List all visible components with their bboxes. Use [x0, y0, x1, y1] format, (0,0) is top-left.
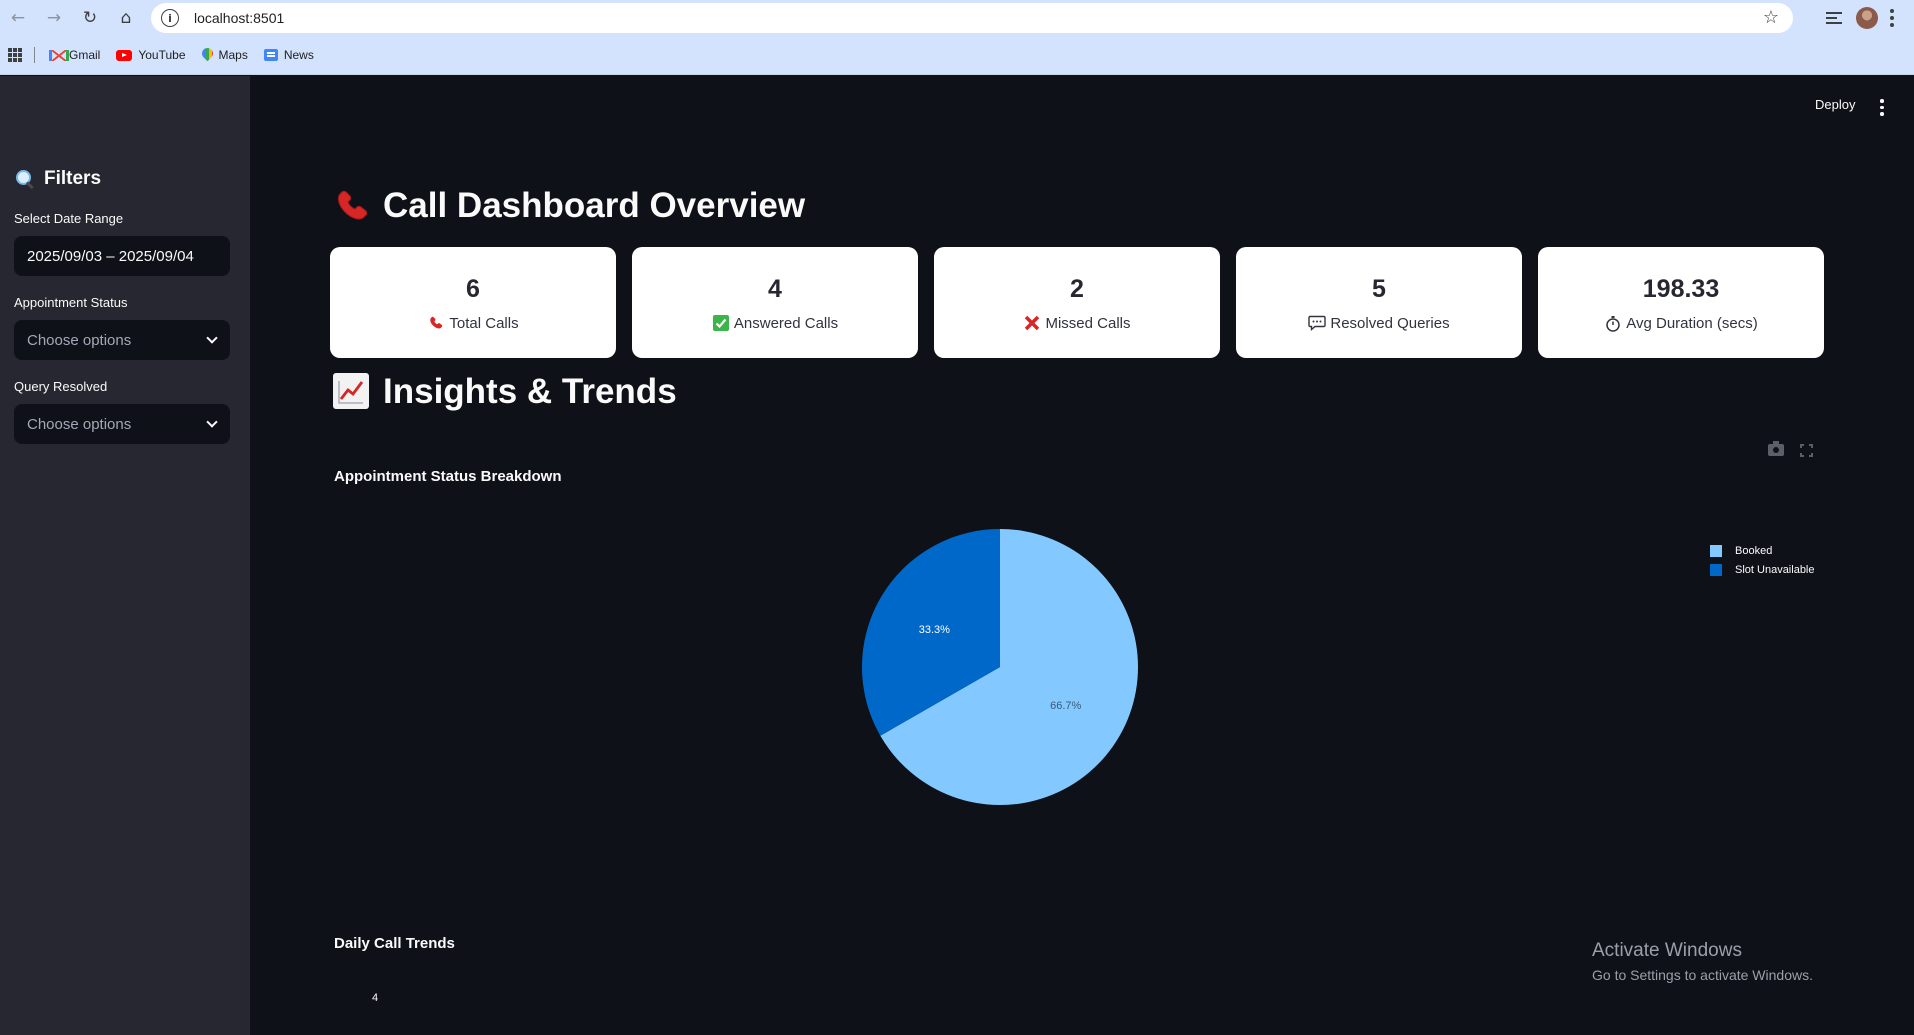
maps-pin-icon — [202, 48, 213, 62]
profile-avatar[interactable] — [1856, 7, 1878, 29]
appointment-status-select[interactable]: Choose options — [14, 320, 230, 360]
date-range-label: Select Date Range — [14, 211, 124, 226]
metric-label-text: Avg Duration (secs) — [1626, 314, 1758, 332]
reload-icon[interactable]: ↻ — [72, 0, 108, 36]
legend-swatch — [1710, 563, 1722, 576]
bookmarks-divider — [34, 47, 35, 63]
appointment-chart-title: Appointment Status Breakdown — [334, 468, 562, 485]
apps-grid-icon[interactable] — [8, 48, 22, 62]
bookmark-label: YouTube — [138, 48, 186, 62]
sidebar: Filters Select Date Range 2025/09/03 – 2… — [0, 76, 250, 1035]
legend-label: Booked — [1735, 544, 1773, 557]
telephone-icon — [427, 314, 445, 332]
metric-card-missed-calls: 2 Missed Calls — [934, 247, 1220, 358]
bookmark-label: Maps — [218, 48, 248, 62]
page-title-text: Call Dashboard Overview — [383, 186, 806, 225]
page-title: Call Dashboard Overview — [333, 186, 805, 226]
bookmark-gmail[interactable]: Gmail — [49, 48, 100, 62]
chevron-down-icon — [206, 332, 218, 344]
metric-value: 198.33 — [1642, 275, 1720, 303]
query-resolved-select[interactable]: Choose options — [14, 404, 230, 444]
bookmark-youtube[interactable]: YouTube — [116, 48, 186, 62]
query-resolved-label: Query Resolved — [14, 379, 108, 394]
watermark-subtitle: Go to Settings to activate Windows. — [1592, 967, 1813, 983]
metric-value: 4 — [768, 275, 782, 303]
browser-toolbar: ← → ↻ ⌂ i localhost:8501 ☆ — [0, 0, 1914, 36]
insights-heading: Insights & Trends — [333, 372, 677, 412]
bookmark-news[interactable]: News — [263, 48, 314, 62]
address-bar[interactable]: i localhost:8501 ☆ — [151, 3, 1793, 33]
pie-slice-label: 66.7% — [1050, 700, 1081, 712]
daily-trends-title: Daily Call Trends — [334, 935, 455, 952]
url-text[interactable]: localhost:8501 — [194, 10, 284, 26]
metric-label-text: Missed Calls — [1045, 314, 1131, 332]
cross-mark-icon — [1023, 314, 1041, 332]
appointment-status-placeholder: Choose options — [27, 331, 132, 349]
main-menu-icon[interactable] — [1880, 99, 1884, 116]
appointment-pie-chart[interactable]: 66.7% 33.3% — [860, 527, 1140, 807]
metric-label: Avg Duration (secs) — [1604, 314, 1758, 332]
back-arrow-icon[interactable]: ← — [0, 0, 36, 36]
legend-label: Slot Unavailable — [1735, 563, 1815, 576]
speech-balloon-icon — [1308, 314, 1327, 332]
metric-label: Resolved Queries — [1308, 314, 1450, 332]
date-range-input[interactable]: 2025/09/03 – 2025/09/04 — [14, 236, 230, 276]
sidebar-title: Filters — [14, 168, 101, 190]
metric-value: 5 — [1372, 275, 1386, 303]
gmail-icon — [49, 49, 69, 61]
metric-card-resolved-queries: 5 Resolved Queries — [1236, 247, 1522, 358]
watermark-title: Activate Windows — [1592, 940, 1742, 961]
stopwatch-icon — [1604, 314, 1622, 332]
metric-card-avg-duration: 198.33 Avg Duration (secs) — [1538, 247, 1824, 358]
news-icon — [263, 49, 278, 61]
metric-label-text: Resolved Queries — [1330, 314, 1450, 332]
home-icon[interactable]: ⌂ — [108, 0, 144, 36]
browser-menu-icon[interactable] — [1890, 9, 1894, 27]
metric-label: Answered Calls — [712, 314, 838, 332]
bookmark-label: News — [283, 48, 314, 62]
metric-card-answered-calls: 4 Answered Calls — [632, 247, 918, 358]
query-resolved-placeholder: Choose options — [27, 415, 132, 433]
sidebar-title-text: Filters — [44, 168, 102, 189]
metric-value: 2 — [1070, 275, 1084, 303]
reading-list-icon[interactable] — [1826, 12, 1842, 24]
chart-legend: Booked Slot Unavailable — [1710, 541, 1815, 579]
bookmark-maps[interactable]: Maps — [202, 48, 248, 62]
youtube-icon — [116, 49, 133, 61]
bookmark-star-icon[interactable]: ☆ — [1763, 7, 1779, 28]
y-axis-tick: 4 — [372, 992, 379, 1004]
metric-label-text: Answered Calls — [733, 314, 839, 332]
insights-heading-text: Insights & Trends — [383, 372, 677, 411]
chart-modebar — [1768, 441, 1813, 457]
bookmark-label: Gmail — [69, 48, 101, 62]
appointment-status-label: Appointment Status — [14, 295, 128, 310]
metric-label-text: Total Calls — [449, 314, 519, 332]
legend-item-slot-unavailable[interactable]: Slot Unavailable — [1710, 560, 1815, 579]
legend-item-booked[interactable]: Booked — [1710, 541, 1815, 560]
windows-activation-watermark: Activate Windows Go to Settings to activ… — [1592, 940, 1813, 983]
deploy-button[interactable]: Deploy — [1815, 97, 1855, 112]
camera-icon[interactable] — [1768, 441, 1784, 456]
metric-value: 6 — [466, 275, 480, 303]
bookmarks-bar: Gmail YouTube Maps News — [0, 36, 1914, 75]
magnifying-glass-icon — [14, 169, 34, 189]
pie-slice-label: 33.3% — [919, 624, 950, 636]
telephone-receiver-icon — [333, 187, 371, 225]
site-info-icon[interactable]: i — [161, 9, 179, 27]
metric-card-total-calls: 6 Total Calls — [330, 247, 616, 358]
metric-cards: 6 Total Calls 4 Answered Calls 2 Missed … — [330, 247, 1824, 358]
chevron-down-icon — [206, 416, 218, 428]
legend-swatch — [1710, 544, 1722, 557]
metric-label: Missed Calls — [1023, 314, 1131, 332]
chart-increasing-icon — [333, 373, 371, 411]
metric-label: Total Calls — [427, 314, 519, 332]
fullscreen-icon[interactable] — [1800, 444, 1813, 457]
check-mark-icon — [712, 314, 730, 332]
forward-arrow-icon[interactable]: → — [36, 0, 72, 36]
